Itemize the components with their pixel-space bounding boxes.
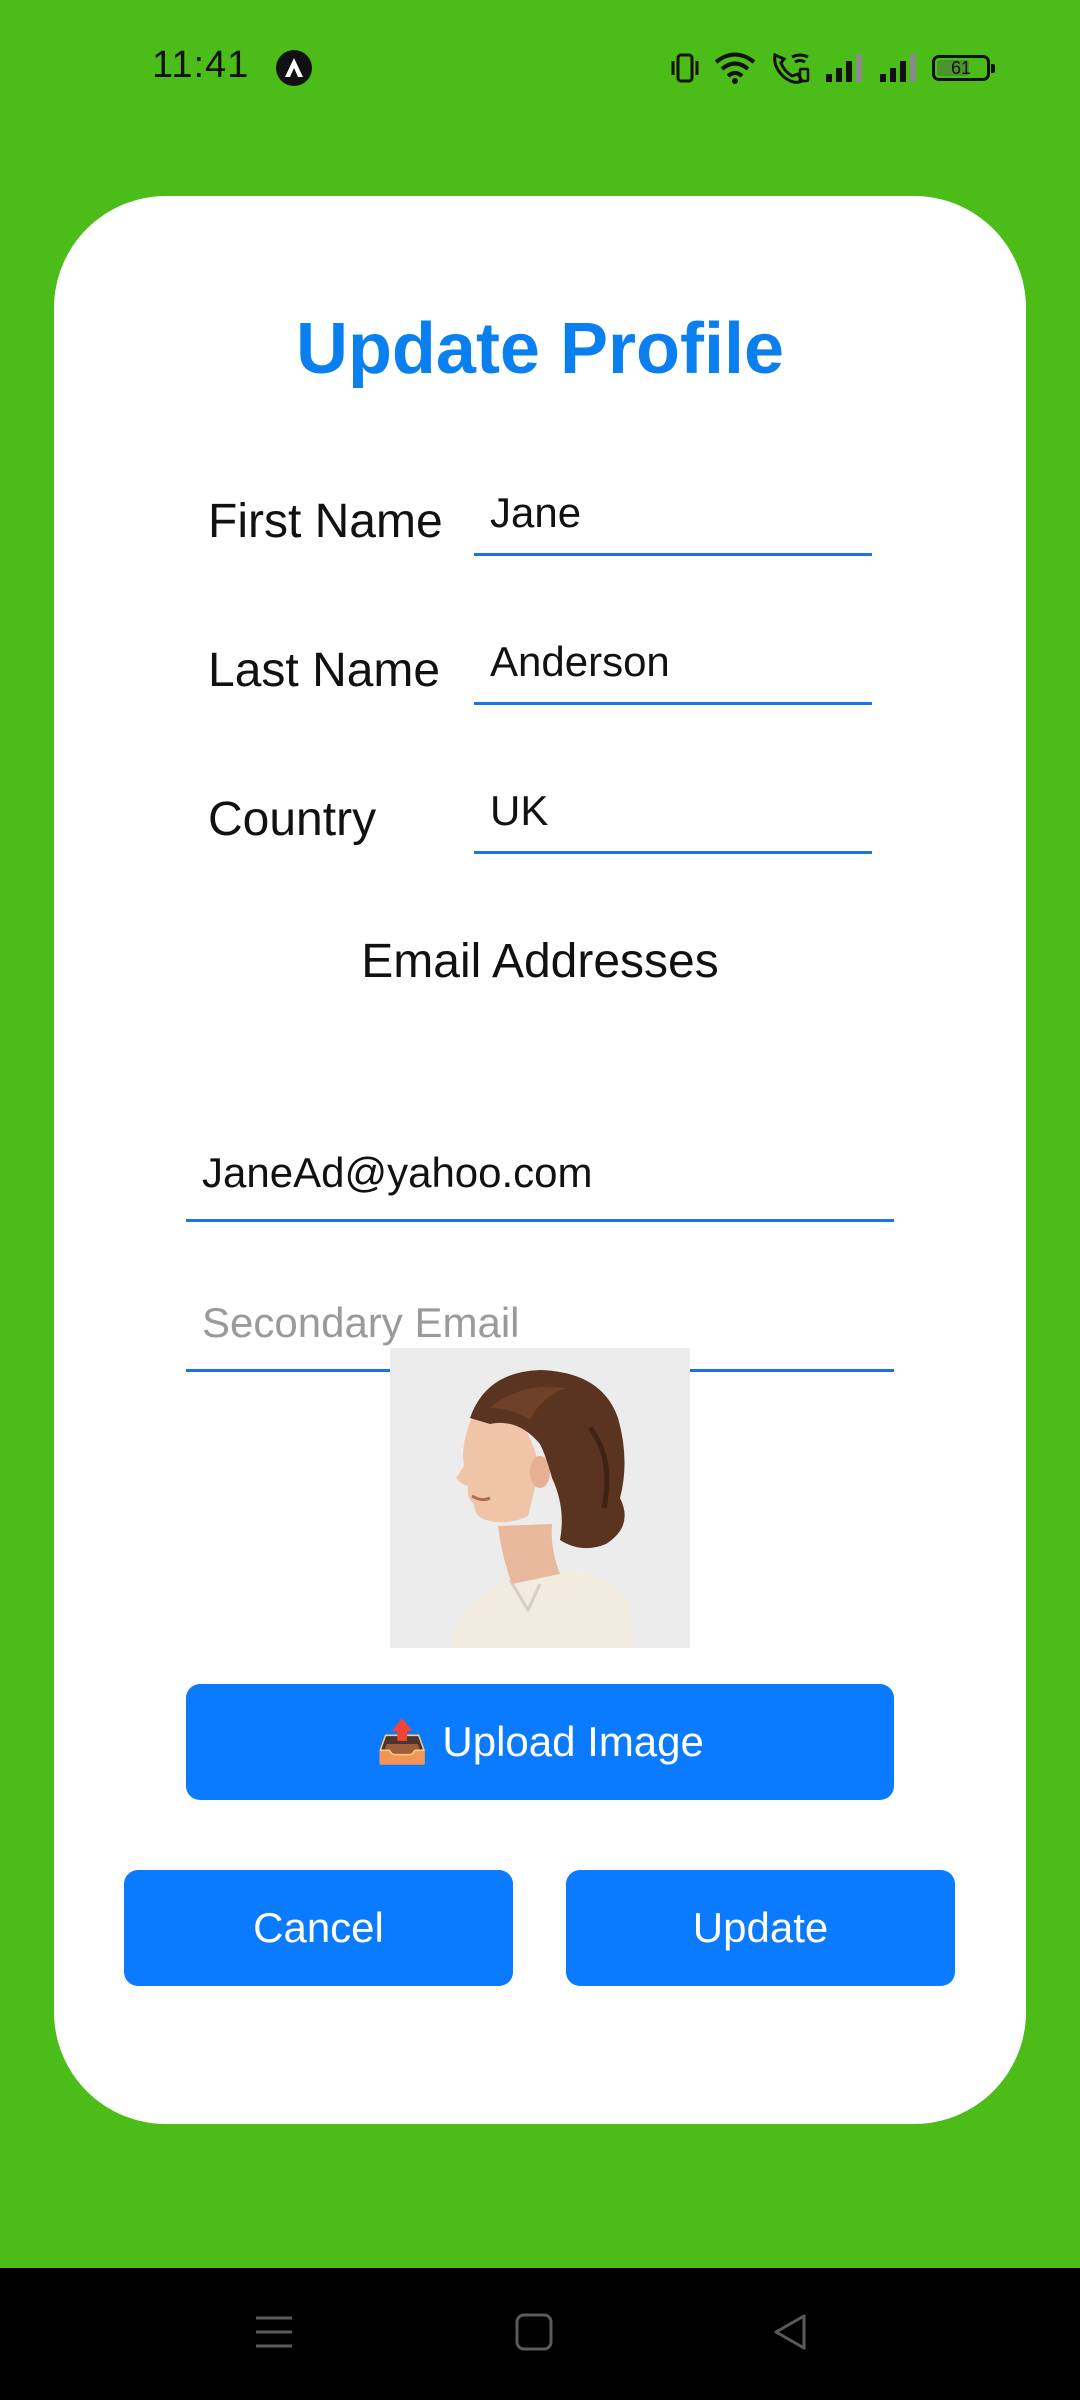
back-triangle-icon[interactable] (770, 2312, 810, 2352)
wifi-icon (714, 52, 756, 84)
vibrate-icon (671, 53, 699, 83)
triangle-a-icon (276, 50, 312, 86)
email-section-title: Email Addresses (361, 935, 719, 988)
update-button[interactable]: Update (566, 1870, 955, 1986)
status-bar: 11:41 61 (0, 0, 1080, 134)
country-label: Country (208, 793, 377, 846)
wifi-calling-icon (773, 52, 810, 84)
battery-level: 61 (950, 58, 972, 78)
profile-card: Update Profile First Name Last Name Coun… (54, 196, 1026, 2124)
first-name-input[interactable] (474, 472, 872, 556)
primary-email-input[interactable] (186, 1126, 894, 1222)
page-title: Update Profile (295, 309, 785, 389)
first-name-label: First Name (208, 495, 443, 548)
cancel-button[interactable]: Cancel (124, 1870, 513, 1986)
battery-icon: 61 (932, 55, 995, 81)
last-name-row: Last Name (208, 621, 928, 711)
first-name-row: First Name (208, 472, 928, 562)
country-input[interactable] (474, 770, 872, 854)
profile-photo (390, 1348, 690, 1648)
last-name-input[interactable] (474, 621, 872, 705)
home-square-icon[interactable] (514, 2312, 554, 2352)
upload-image-button[interactable]: 📤 Upload Image (186, 1684, 894, 1800)
country-row: Country (208, 770, 928, 860)
upload-icon: 📤 (376, 1717, 429, 1765)
signal-icon (880, 54, 916, 82)
menu-icon[interactable] (254, 2312, 294, 2352)
upload-image-label: Upload Image (442, 1718, 704, 1765)
system-nav-bar (0, 2268, 1080, 2400)
last-name-label: Last Name (208, 644, 441, 697)
status-icons: 61 (670, 48, 995, 88)
status-time: 11:41 (152, 44, 250, 86)
signal-icon (826, 54, 862, 82)
